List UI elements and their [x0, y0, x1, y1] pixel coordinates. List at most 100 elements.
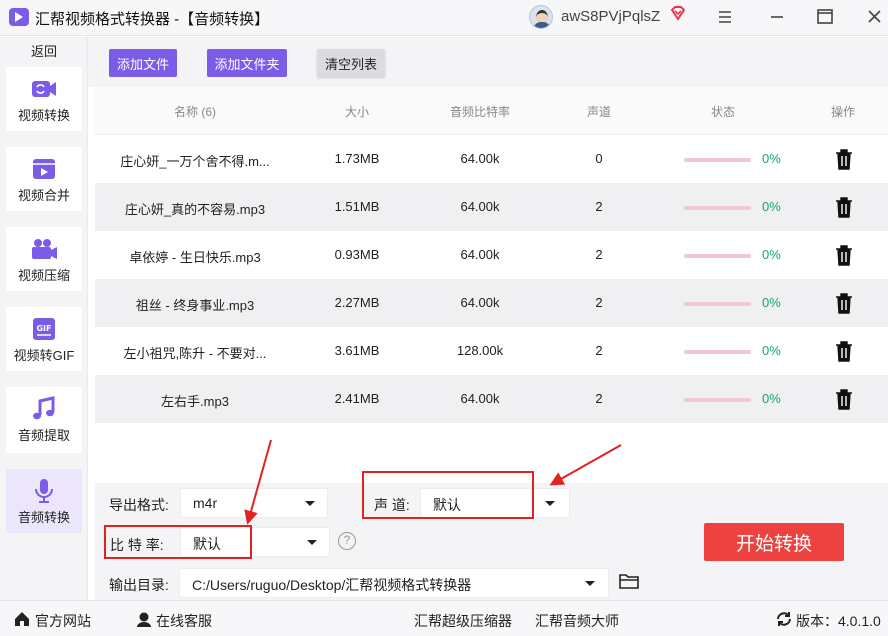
table-empty-area: [95, 423, 888, 483]
file-name: 卓依婷 - 生日快乐.mp3: [129, 250, 261, 265]
bitrate-select[interactable]: 默认: [180, 527, 330, 557]
column-header-status: 状态: [710, 105, 735, 119]
column-header-op: 操作: [830, 105, 855, 119]
sidebar-item-video-merge[interactable]: 视频合并: [6, 147, 82, 211]
sidebar-item-label: 音频转换: [17, 510, 70, 525]
file-bitrate: 64.00k: [460, 151, 500, 166]
sidebar-item-label: 视频压缩: [17, 268, 70, 283]
table-row[interactable]: 庄心妍_一万个舍不得.m... 1.73MB 64.00k 0 0%: [95, 135, 888, 183]
file-channel: 0: [595, 151, 603, 166]
output-dir-select[interactable]: C:/Users/ruguo/Desktop/汇帮视频格式转换器: [179, 568, 609, 598]
video-merge-icon: [33, 159, 55, 179]
channel-label: 声 道:: [374, 497, 410, 513]
trash-icon[interactable]: [835, 244, 853, 266]
progress-text: 0%: [762, 247, 781, 262]
trash-icon[interactable]: [835, 148, 853, 170]
customer-service-icon: [137, 612, 151, 627]
app-logo-icon: [9, 8, 29, 26]
chevron-down-icon: [585, 581, 595, 586]
online-service-link[interactable]: 在线客服: [156, 611, 212, 631]
file-bitrate: 64.00k: [460, 199, 500, 214]
folder-icon[interactable]: [619, 572, 639, 590]
trash-icon[interactable]: [835, 340, 853, 362]
chevron-down-icon: [305, 501, 315, 506]
menu-icon[interactable]: [711, 4, 739, 30]
file-bitrate: 64.00k: [460, 247, 500, 262]
file-size: 0.93MB: [334, 247, 380, 262]
sidebar-item-label: 音频提取: [17, 428, 70, 443]
file-size: 2.41MB: [334, 391, 380, 406]
table-row[interactable]: 卓依婷 - 生日快乐.mp3 0.93MB 64.00k 2 0%: [95, 231, 888, 279]
channel-select[interactable]: 默认: [420, 488, 570, 518]
bitrate-label: 比 特 率:: [110, 537, 164, 553]
output-dir-value: C:/Users/ruguo/Desktop/汇帮视频格式转换器: [192, 577, 472, 593]
sidebar: 返回 视频转换 视频合并 视频压缩 GIF 视频转GIF 音频提取 音频转换: [0, 37, 88, 600]
format-value: m4r: [193, 495, 218, 511]
file-size: 1.51MB: [334, 199, 380, 214]
channel-value: 默认: [433, 497, 461, 513]
back-link[interactable]: 返回: [0, 41, 88, 60]
format-select[interactable]: m4r: [180, 488, 328, 518]
vip-diamond-icon[interactable]: [668, 5, 688, 25]
table-header: 名称 (6) 大小 音频比特率 声道 状态 操作: [95, 87, 888, 135]
column-header-channel: 声道: [586, 105, 611, 119]
trash-icon[interactable]: [835, 292, 853, 314]
file-name: 左右手.mp3: [161, 394, 229, 409]
status-bar: 官方网站 在线客服 汇帮超级压缩器 汇帮音频大师 版本：4.0.1.0: [0, 600, 888, 636]
official-site-link[interactable]: 官方网站: [35, 611, 91, 631]
refresh-icon: [777, 612, 791, 626]
progress-text: 0%: [762, 343, 781, 358]
file-bitrate: 128.00k: [456, 343, 504, 358]
add-file-button[interactable]: 添加文件: [109, 49, 177, 77]
user-avatar[interactable]: [529, 5, 553, 29]
table-row[interactable]: 左小祖咒,陈升 - 不要对... 3.61MB 128.00k 2 0%: [95, 327, 888, 375]
video-convert-icon: [32, 81, 56, 97]
sidebar-item-audio-convert[interactable]: 音频转换: [6, 469, 82, 533]
bitrate-value: 默认: [193, 536, 221, 552]
maximize-icon[interactable]: [811, 4, 839, 30]
file-bitrate: 64.00k: [460, 295, 500, 310]
progress-bar: [684, 302, 751, 306]
progress-text: 0%: [762, 391, 781, 406]
column-header-bitrate: 音频比特率: [449, 105, 510, 119]
table-row[interactable]: 祖丝 - 终身事业.mp3 2.27MB 64.00k 2 0%: [95, 279, 888, 327]
file-channel: 2: [595, 295, 603, 310]
microphone-icon: [35, 479, 53, 503]
start-convert-button[interactable]: 开始转换: [704, 523, 844, 561]
audio-master-link[interactable]: 汇帮音频大师: [535, 611, 619, 631]
sidebar-item-video-gif[interactable]: GIF 视频转GIF: [6, 307, 82, 371]
progress-bar: [684, 254, 751, 258]
help-icon[interactable]: ?: [338, 532, 356, 550]
format-label: 导出格式:: [109, 497, 169, 513]
clear-list-button[interactable]: 清空列表: [317, 49, 385, 77]
file-name: 庄心妍_真的不容易.mp3: [124, 202, 266, 217]
progress-bar: [684, 350, 751, 354]
trash-icon[interactable]: [835, 196, 853, 218]
progress-bar: [684, 398, 751, 402]
close-icon[interactable]: [860, 4, 888, 30]
file-size: 1.73MB: [334, 151, 380, 166]
gif-icon: GIF: [33, 318, 55, 340]
file-bitrate: 64.00k: [460, 391, 500, 406]
window-title: 汇帮视频格式转换器 -【音频转换】: [35, 11, 270, 28]
table-row[interactable]: 庄心妍_真的不容易.mp3 1.51MB 64.00k 2 0%: [95, 183, 888, 231]
sidebar-item-video-convert[interactable]: 视频转换: [6, 67, 82, 131]
toolbar: 添加文件 添加文件夹 清空列表: [88, 37, 888, 87]
add-folder-button[interactable]: 添加文件夹: [207, 49, 287, 77]
sidebar-item-audio-extract[interactable]: 音频提取: [6, 387, 82, 453]
file-channel: 2: [595, 199, 603, 214]
file-size: 2.27MB: [334, 295, 380, 310]
user-name[interactable]: awS8PVjPqlsZ: [561, 8, 660, 25]
video-compress-icon: [32, 239, 57, 259]
sidebar-item-label: 视频合并: [17, 188, 70, 203]
minimize-icon[interactable]: [763, 4, 791, 30]
column-header-name: 名称 (6): [173, 105, 216, 119]
trash-icon[interactable]: [835, 388, 853, 410]
svg-text:GIF: GIF: [36, 324, 51, 333]
sidebar-item-video-compress[interactable]: 视频压缩: [6, 227, 82, 291]
compressor-link[interactable]: 汇帮超级压缩器: [414, 611, 512, 631]
chevron-down-icon: [545, 501, 555, 506]
progress-bar: [684, 158, 751, 162]
table-row[interactable]: 左右手.mp3 2.41MB 64.00k 2 0%: [95, 375, 888, 423]
progress-text: 0%: [762, 199, 781, 214]
